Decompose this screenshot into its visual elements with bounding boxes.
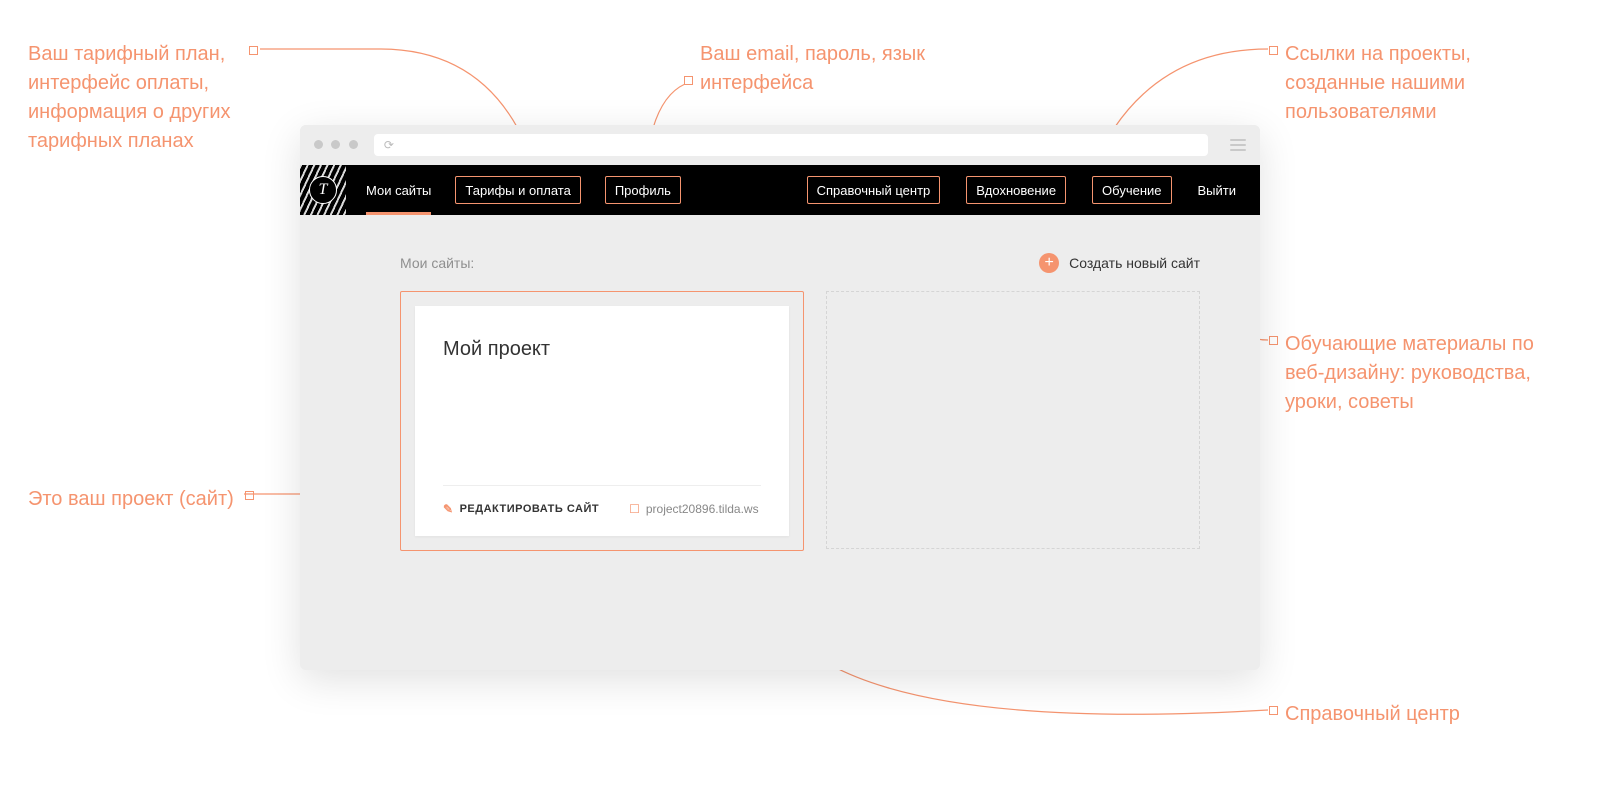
browser-window: ⟳ T Мои сайты Тарифы и оплата Профиль Сп…	[300, 125, 1260, 670]
nav-learning[interactable]: Обучение	[1082, 165, 1181, 215]
project-url-link[interactable]: ☐ project20896.tilda.ws	[629, 502, 759, 516]
annotation-inspiration: Ссылки на проекты, созданные нашими поль…	[1285, 40, 1575, 127]
app-header: T Мои сайты Тарифы и оплата Профиль Спра…	[300, 165, 1260, 215]
hamburger-menu-icon[interactable]	[1230, 139, 1246, 151]
annotation-learning-text: Обучающие материалы по веб-дизайну: руко…	[1285, 333, 1534, 413]
projects-row: Мой проект ✎ РЕДАКТИРОВАТЬ САЙТ ☐ projec…	[400, 291, 1200, 551]
annotation-marker-icon	[684, 76, 693, 85]
nav-tariffs-highlight: Тарифы и оплата	[455, 176, 580, 204]
nav-profile[interactable]: Профиль	[595, 165, 691, 215]
project-title: Мой проект	[443, 338, 761, 361]
annotation-inspiration-text: Ссылки на проекты, созданные нашими поль…	[1285, 43, 1471, 123]
create-site-label: Создать новый сайт	[1069, 255, 1200, 271]
project-footer: ✎ РЕДАКТИРОВАТЬ САЙТ ☐ project20896.tild…	[443, 485, 761, 516]
nav-right: Справочный центр Вдохновение Обучение Вы…	[797, 165, 1246, 215]
pencil-icon: ✎	[443, 502, 454, 516]
page-title: Мои сайты:	[400, 255, 474, 271]
annotation-marker-icon	[1269, 706, 1278, 715]
traffic-light-icon	[349, 140, 358, 149]
create-site-button[interactable]: + Создать новый сайт	[1039, 253, 1200, 273]
nav-profile-highlight: Профиль	[605, 176, 681, 204]
app-body: Мои сайты: + Создать новый сайт Мой прое…	[300, 215, 1260, 670]
traffic-light-icon	[314, 140, 323, 149]
nav-tariffs[interactable]: Тарифы и оплата	[445, 165, 590, 215]
edit-site-label: РЕДАКТИРОВАТЬ САЙТ	[460, 503, 600, 515]
browser-chrome-bar: ⟳	[300, 125, 1260, 165]
external-link-icon: ☐	[629, 502, 640, 516]
annotation-marker-icon	[1269, 336, 1278, 345]
nav-left: Мои сайты Тарифы и оплата Профиль	[356, 165, 691, 215]
annotation-marker-icon	[1269, 46, 1278, 55]
annotation-project: Это ваш проект (сайт)	[28, 485, 248, 514]
project-url-text: project20896.tilda.ws	[646, 502, 759, 516]
edit-site-link[interactable]: ✎ РЕДАКТИРОВАТЬ САЙТ	[443, 502, 599, 516]
nav-help-highlight: Справочный центр	[807, 176, 941, 204]
project-card[interactable]: Мой проект ✎ РЕДАКТИРОВАТЬ САЙТ ☐ projec…	[415, 306, 789, 536]
nav-logout[interactable]: Выйти	[1188, 165, 1247, 215]
annotation-marker-icon	[245, 491, 254, 500]
annotation-help: Справочный центр	[1285, 700, 1575, 729]
traffic-lights	[314, 136, 362, 154]
annotation-marker-icon	[249, 46, 258, 55]
annotation-tariff-text: Ваш тарифный план, интерфейс оплаты, инф…	[28, 43, 231, 152]
annotation-profile-text: Ваш email, пароль, язык интерфейса	[700, 43, 925, 94]
project-highlight: Мой проект ✎ РЕДАКТИРОВАТЬ САЙТ ☐ projec…	[400, 291, 804, 551]
nav-inspiration[interactable]: Вдохновение	[956, 165, 1076, 215]
nav-learning-highlight: Обучение	[1092, 176, 1171, 204]
plus-icon: +	[1039, 253, 1059, 273]
url-bar[interactable]: ⟳	[374, 134, 1208, 156]
annotation-tariff: Ваш тарифный план, интерфейс оплаты, инф…	[28, 40, 258, 156]
refresh-icon[interactable]: ⟳	[384, 138, 394, 152]
nav-my-sites[interactable]: Мои сайты	[356, 165, 441, 215]
annotation-learning: Обучающие материалы по веб-дизайну: руко…	[1285, 330, 1575, 417]
body-header-row: Мои сайты: + Создать новый сайт	[400, 253, 1200, 273]
annotation-project-text: Это ваш проект (сайт)	[28, 488, 234, 510]
empty-project-slot[interactable]	[826, 291, 1200, 549]
nav-help-center[interactable]: Справочный центр	[797, 165, 951, 215]
logo[interactable]: T	[300, 165, 346, 215]
annotation-profile: Ваш email, пароль, язык интерфейса	[700, 40, 960, 98]
traffic-light-icon	[331, 140, 340, 149]
nav-inspiration-highlight: Вдохновение	[966, 176, 1066, 204]
annotation-help-text: Справочный центр	[1285, 703, 1460, 725]
logo-icon: T	[309, 176, 337, 204]
